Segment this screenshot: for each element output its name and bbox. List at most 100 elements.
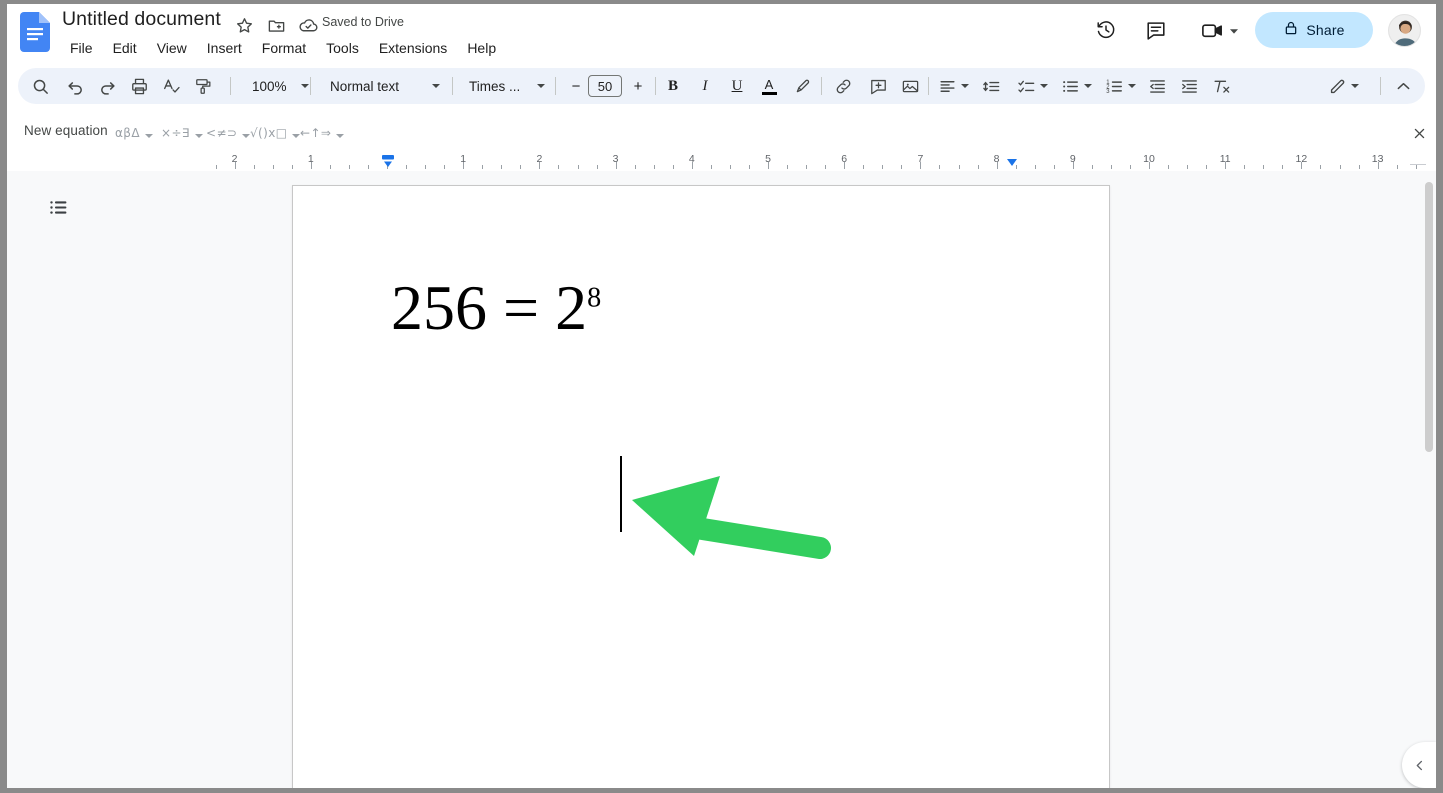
ruler-tick [710, 165, 712, 169]
insert-image-icon[interactable] [895, 71, 925, 101]
ruler-number: 9 [1069, 153, 1076, 165]
spelling-grammar-check-icon[interactable] [156, 71, 186, 101]
numbered-list-icon[interactable]: 1 2 3 [1100, 71, 1140, 101]
font-size-value: 50 [597, 78, 613, 94]
relations-glyphs: <≠⊃ [206, 126, 238, 140]
insert-link-icon[interactable] [828, 71, 858, 101]
add-comment-icon[interactable] [863, 71, 893, 101]
ruler-tick [444, 165, 446, 169]
avatar[interactable] [1388, 14, 1421, 47]
ruler-tick [577, 165, 579, 169]
ruler-tick [501, 165, 503, 169]
menu-bar: File Edit View Insert Format Tools Exten… [60, 36, 506, 60]
ruler-number: 12 [1295, 153, 1308, 165]
google-meet-camera-icon[interactable] [1195, 14, 1229, 46]
ruler-number: 5 [765, 153, 771, 165]
menu-extensions[interactable]: Extensions [369, 36, 457, 60]
chevron-down-icon [1127, 84, 1136, 88]
ruler-number: 3 [612, 153, 619, 165]
horizontal-ruler[interactable]: 2 1 1 2 3 4 5 6 7 8 9 10 11 12 13 [25, 153, 1418, 171]
google-docs-logo-icon[interactable] [20, 12, 50, 52]
ruler-tick [672, 165, 674, 169]
underline-button[interactable]: U [722, 71, 752, 101]
collapse-toolbar-chevron-up-icon[interactable] [1388, 71, 1418, 101]
search-icon[interactable] [25, 71, 55, 101]
increase-indent-icon[interactable] [1174, 71, 1204, 101]
ruler-number: 13 [1371, 153, 1384, 165]
ruler-tick [958, 165, 960, 169]
ruler-tick [406, 165, 408, 169]
ruler-number: 2 [536, 153, 543, 165]
ruler-tick [1187, 165, 1189, 169]
chevron-down-icon [1083, 84, 1092, 88]
ruler-number: 6 [841, 153, 848, 165]
share-button[interactable]: Share [1255, 12, 1373, 48]
ruler-tick [939, 165, 941, 169]
checklist-icon[interactable] [1012, 71, 1052, 101]
toolbar-divider [230, 77, 231, 95]
ruler-number: 4 [688, 153, 695, 165]
menu-edit[interactable]: Edit [103, 36, 147, 60]
meet-chevron-down-icon[interactable] [1228, 24, 1240, 36]
new-equation-button[interactable]: New equation [24, 123, 108, 138]
chevron-down-icon [336, 134, 345, 138]
math-operations-group[interactable]: ×÷∃ [158, 121, 206, 145]
toolbar-divider [310, 77, 311, 95]
menu-insert[interactable]: Insert [197, 36, 252, 60]
arrows-glyphs: ←↑⇒ [300, 126, 332, 140]
ruler-tick [482, 165, 484, 169]
ruler-tick [787, 165, 789, 169]
cloud-saved-icon[interactable] [295, 12, 321, 38]
vertical-scrollbar-thumb[interactable] [1425, 182, 1433, 452]
ruler-tick [1358, 165, 1360, 169]
move-to-folder-icon[interactable] [263, 12, 289, 38]
version-history-icon[interactable] [1090, 14, 1122, 46]
zoom-selector[interactable]: 100% [242, 71, 315, 101]
decrease-indent-icon[interactable] [1142, 71, 1172, 101]
equation-content[interactable]: 256 = 28 [391, 276, 601, 340]
bold-button[interactable]: B [658, 71, 688, 101]
toolbar-divider [1380, 77, 1381, 95]
text-align-icon[interactable] [933, 71, 973, 101]
ruler-number: 7 [917, 153, 924, 165]
line-spacing-icon[interactable] [976, 71, 1006, 101]
close-icon[interactable] [1405, 119, 1433, 147]
document-outline-icon[interactable] [40, 189, 76, 225]
print-icon[interactable] [124, 71, 154, 101]
menu-file[interactable]: File [60, 36, 103, 60]
comment-history-icon[interactable] [1140, 14, 1172, 46]
bulleted-list-icon[interactable] [1056, 71, 1096, 101]
ruler-tick [520, 165, 522, 169]
ruler-number: 11 [1219, 153, 1231, 165]
menu-tools[interactable]: Tools [316, 36, 369, 60]
redo-icon[interactable] [92, 71, 122, 101]
increase-font-size-button[interactable]: + [626, 71, 650, 101]
decrease-font-size-button[interactable]: − [542, 71, 581, 101]
font-size-input[interactable]: 50 [588, 75, 622, 97]
paint-format-icon[interactable] [188, 71, 218, 101]
toolbar-divider [452, 77, 453, 95]
font-family-selector[interactable]: Times ... [460, 71, 552, 101]
clear-formatting-icon[interactable] [1206, 71, 1236, 101]
window-frame-right [1436, 0, 1443, 793]
star-icon[interactable] [231, 12, 257, 38]
greek-letters-group[interactable]: αβΔ [112, 121, 156, 145]
arrows-group[interactable]: ←↑⇒ [297, 121, 347, 145]
highlight-pen-icon[interactable] [788, 71, 818, 101]
right-indent-marker[interactable] [1006, 156, 1018, 168]
menu-view[interactable]: View [147, 36, 197, 60]
decrease-font-size-label: − [571, 77, 581, 95]
editing-mode-pencil-icon[interactable] [1323, 71, 1363, 101]
menu-help[interactable]: Help [457, 36, 506, 60]
relations-group[interactable]: <≠⊃ [203, 121, 253, 145]
text-color-button[interactable]: A [754, 71, 784, 101]
menu-format[interactable]: Format [252, 36, 316, 60]
paragraph-style-selector[interactable]: Normal text [320, 71, 448, 101]
italic-button[interactable]: I [690, 71, 720, 101]
ruler-edge-line [1410, 164, 1426, 165]
math-operators-group[interactable]: √()x□ [247, 121, 303, 145]
left-indent-marker[interactable] [381, 153, 395, 171]
document-title[interactable]: Untitled document [62, 6, 221, 32]
undo-icon[interactable] [60, 71, 90, 101]
chevron-down-icon [1039, 84, 1048, 88]
